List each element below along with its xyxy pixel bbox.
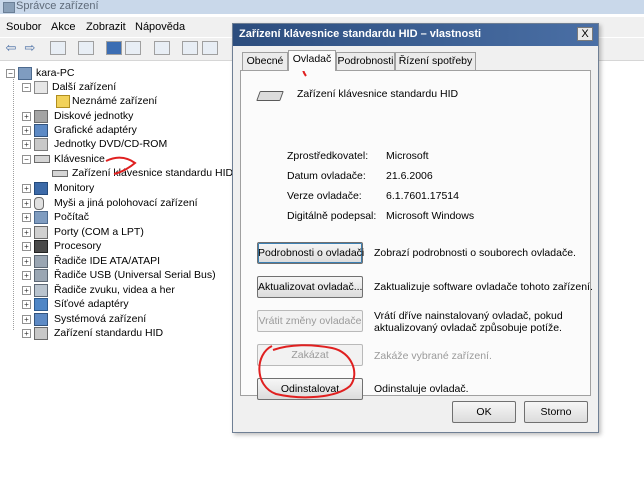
tab-general[interactable]: Obecné: [242, 52, 288, 70]
expand-icon[interactable]: +: [22, 140, 31, 149]
provider-label: Zprostředkovatel:: [287, 150, 369, 162]
expand-icon[interactable]: +: [22, 300, 31, 309]
driver-date-value: 21.6.2006: [386, 170, 433, 182]
cancel-button[interactable]: Storno: [524, 401, 588, 423]
driver-date-label: Datum ovladače:: [287, 170, 366, 182]
expand-icon[interactable]: +: [22, 213, 31, 222]
question-device-icon: [34, 81, 48, 94]
show-hide-console-tree-icon[interactable]: [50, 41, 66, 55]
driver-version-label: Verze ovladače:: [287, 190, 362, 202]
forward-arrow-icon[interactable]: ⇨: [22, 41, 38, 55]
window-title: Správce zařízení: [16, 0, 99, 12]
expand-icon[interactable]: +: [22, 199, 31, 208]
scan-hardware-icon[interactable]: [154, 41, 170, 55]
back-arrow-icon[interactable]: ⇦: [3, 41, 19, 55]
expand-icon[interactable]: +: [22, 329, 31, 338]
uninstall-icon[interactable]: [202, 41, 218, 55]
driver-details-description: Zobrazí podrobnosti o souborech ovladače…: [374, 247, 576, 259]
expand-icon[interactable]: +: [22, 126, 31, 135]
disable-button[interactable]: Zakázat: [257, 344, 363, 366]
expand-icon[interactable]: +: [22, 184, 31, 193]
menu-action[interactable]: Akce: [51, 21, 75, 33]
digital-signer-label: Digitálně podepsal:: [287, 210, 377, 222]
keyboard-icon: [52, 170, 68, 177]
device-tree[interactable]: − kara-PC − Další zařízení Neznámé zaříz…: [0, 62, 234, 500]
expand-icon[interactable]: +: [22, 242, 31, 251]
hid-icon: [34, 327, 48, 340]
disable-description: Zakáže vybrané zařízení.: [374, 350, 492, 362]
menu-help[interactable]: Nápověda: [135, 21, 185, 33]
tab-power-management[interactable]: Řízení spotřeby: [395, 52, 476, 70]
update-driver-icon[interactable]: [182, 41, 198, 55]
window-title-bar: Správce zařízení: [0, 0, 644, 14]
expand-icon[interactable]: +: [22, 315, 31, 324]
close-button[interactable]: X: [577, 27, 593, 41]
collapse-icon[interactable]: −: [22, 155, 31, 164]
sound-icon: [34, 284, 48, 297]
action-pane-icon[interactable]: [125, 41, 141, 55]
roll-back-driver-button[interactable]: Vrátit změny ovladače: [257, 310, 363, 332]
dialog-title-bar: Zařízení klávesnice standardu HID – vlas…: [233, 24, 598, 46]
tab-details[interactable]: Podrobnosti: [336, 52, 395, 70]
update-driver-button[interactable]: Aktualizovat ovladač...: [257, 276, 363, 298]
expand-icon[interactable]: +: [22, 286, 31, 295]
expand-icon[interactable]: +: [22, 271, 31, 280]
digital-signer-value: Microsoft Windows: [386, 210, 475, 222]
port-icon: [34, 226, 48, 239]
system-device-icon: [34, 313, 48, 326]
update-driver-description: Zaktualizuje software ovladače tohoto za…: [374, 281, 593, 293]
uninstall-description: Odinstaluje ovladač.: [374, 383, 469, 395]
ide-controller-icon: [34, 255, 48, 268]
collapse-icon[interactable]: −: [6, 69, 15, 78]
device-manager-app-icon: [3, 2, 15, 13]
processor-icon: [34, 240, 48, 253]
menu-file[interactable]: Soubor: [6, 21, 41, 33]
network-icon: [34, 298, 48, 311]
computer-icon: [18, 67, 32, 80]
expand-icon[interactable]: +: [22, 257, 31, 266]
tab-driver[interactable]: Ovladač: [288, 50, 336, 71]
computer-icon: [34, 211, 48, 224]
usb-icon: [34, 269, 48, 282]
provider-value: Microsoft: [386, 150, 429, 162]
roll-back-driver-description: Vrátí dříve nainstalovaný ovladač, pokud…: [374, 310, 563, 334]
mouse-icon: [34, 197, 44, 210]
keyboard-icon: [256, 91, 284, 101]
help-icon[interactable]: [106, 41, 122, 55]
driver-version-value: 6.1.7601.17514: [386, 190, 459, 202]
dialog-title: Zařízení klávesnice standardu HID – vlas…: [239, 28, 482, 40]
uninstall-button[interactable]: Odinstalovat: [257, 378, 363, 400]
properties-icon[interactable]: [78, 41, 94, 55]
dvd-icon: [34, 138, 48, 151]
expand-icon[interactable]: +: [22, 112, 31, 121]
monitor-icon: [34, 182, 48, 195]
disk-icon: [34, 110, 48, 123]
display-adapter-icon: [34, 124, 48, 137]
driver-details-button[interactable]: Podrobnosti o ovladači: [257, 242, 364, 264]
properties-dialog: Zařízení klávesnice standardu HID – vlas…: [232, 23, 599, 433]
driver-tab-panel: Zařízení klávesnice standardu HID Zprost…: [240, 70, 593, 400]
ok-button[interactable]: OK: [452, 401, 516, 423]
menu-view[interactable]: Zobrazit: [86, 21, 126, 33]
expand-icon[interactable]: +: [22, 228, 31, 237]
keyboard-icon: [34, 155, 50, 163]
warning-device-icon: [56, 95, 70, 108]
device-name: Zařízení klávesnice standardu HID: [297, 88, 459, 100]
collapse-icon[interactable]: −: [22, 83, 31, 92]
